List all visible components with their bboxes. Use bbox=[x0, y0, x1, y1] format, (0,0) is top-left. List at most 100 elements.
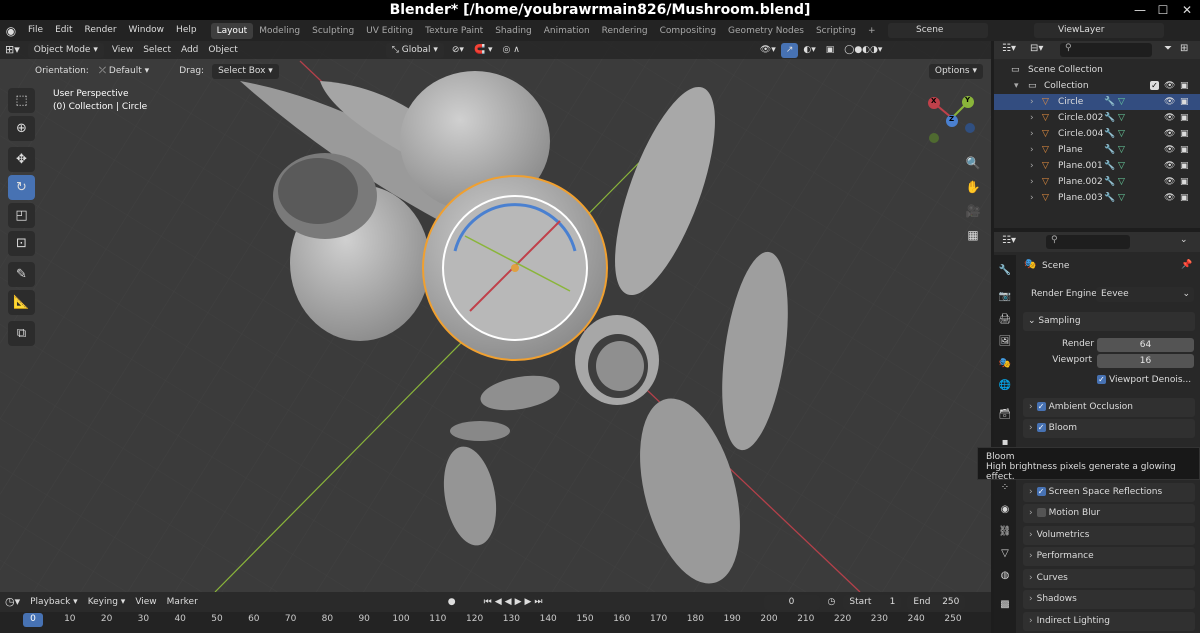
workspace-tab-scripting[interactable]: Scripting bbox=[810, 23, 862, 39]
panel-header[interactable]: › Volumetrics bbox=[1023, 526, 1195, 545]
expand-icon[interactable]: › bbox=[1030, 190, 1034, 206]
cursor-tool[interactable]: ⊕ bbox=[8, 116, 35, 141]
world-tab-icon[interactable]: 🌐 bbox=[997, 378, 1013, 394]
texture-tab-icon[interactable]: ▩ bbox=[997, 597, 1013, 613]
workspace-tab-rendering[interactable]: Rendering bbox=[596, 23, 654, 39]
orientation-dropdown[interactable]: ⤫ Default ▾ bbox=[94, 62, 154, 80]
filter-icon[interactable]: ⏷ bbox=[1164, 43, 1172, 54]
expand-icon[interactable]: › bbox=[1030, 110, 1034, 126]
render-camera-icon[interactable]: ▣ bbox=[1180, 174, 1189, 190]
proportional-edit-icon[interactable]: ◎ ∧ bbox=[498, 41, 525, 59]
pan-hand-icon[interactable]: ✋ bbox=[962, 176, 984, 198]
outliner-object-row[interactable]: › ▽ Plane.001 🔧 ▽ 👁 ▣ bbox=[994, 158, 1200, 174]
view-layer-selector[interactable]: ViewLayer bbox=[1034, 23, 1164, 38]
outliner-object-row[interactable]: › ▽ Circle.004 🔧 ▽ 👁 ▣ bbox=[994, 126, 1200, 142]
end-frame-field[interactable]: End 250 bbox=[907, 594, 966, 610]
timeline-menu-marker[interactable]: Marker bbox=[162, 593, 203, 611]
render-camera-icon[interactable]: ▣ bbox=[1180, 94, 1189, 110]
panel-header[interactable]: › ✓ Ambient Occlusion bbox=[1023, 398, 1195, 417]
check-icon[interactable]: ✓ bbox=[1036, 423, 1046, 432]
eye-icon[interactable]: 👁 bbox=[1164, 142, 1175, 158]
add-workspace-button[interactable]: + bbox=[862, 23, 882, 39]
current-frame-field[interactable]: 0 bbox=[763, 594, 820, 610]
panel-header[interactable]: › ✓ Bloom bbox=[1023, 419, 1195, 438]
eye-icon[interactable]: 👁 bbox=[1164, 126, 1175, 142]
panel-header[interactable]: › Indirect Lighting bbox=[1023, 612, 1195, 631]
menu-help[interactable]: Help bbox=[170, 20, 203, 41]
workspace-tab-sculpting[interactable]: Sculpting bbox=[306, 23, 360, 39]
panel-header[interactable]: › ✓ Screen Space Reflections bbox=[1023, 483, 1195, 502]
pivot-icon[interactable]: ⊘▾ bbox=[447, 41, 469, 59]
scale-tool[interactable]: ◰ bbox=[8, 203, 35, 228]
outliner-editor-icon[interactable]: ☷▾ bbox=[1002, 43, 1016, 54]
clock-icon[interactable]: ◷ bbox=[823, 593, 841, 611]
tool-tab-icon[interactable]: 🔧 bbox=[997, 263, 1013, 279]
viewport-menu-select[interactable]: Select bbox=[138, 41, 176, 59]
timeline-menu-view[interactable]: View bbox=[130, 593, 161, 611]
properties-options-icon[interactable]: ⌄ bbox=[1180, 235, 1188, 245]
gizmo-toggle-icon[interactable]: ↗ bbox=[780, 42, 799, 58]
menu-file[interactable]: File bbox=[22, 20, 49, 41]
outliner-object-row[interactable]: › ▽ Circle 🔧 ▽ 👁 ▣ bbox=[994, 94, 1200, 110]
unchecked-box-icon[interactable] bbox=[1036, 508, 1046, 517]
scene-tab-icon[interactable]: 🎭 bbox=[997, 356, 1013, 372]
overlay-toggle-icon[interactable]: ◐▾ bbox=[798, 41, 820, 59]
pin-icon[interactable]: 📌 bbox=[1181, 260, 1192, 270]
options-dropdown[interactable]: Options ▾ bbox=[928, 63, 983, 79]
outliner-collection[interactable]: ▾ ▭ Collection ✓ 👁 ▣ bbox=[994, 78, 1200, 94]
transform-tool[interactable]: ⊡ bbox=[8, 231, 35, 256]
viewport-menu-view[interactable]: View bbox=[107, 41, 138, 59]
eye-icon[interactable]: 👁 bbox=[1164, 190, 1175, 206]
render-camera-icon[interactable]: ▣ bbox=[1180, 142, 1189, 158]
3d-viewport[interactable]: User Perspective (0) Collection | Circle… bbox=[0, 41, 991, 592]
workspace-tab-uv-editing[interactable]: UV Editing bbox=[360, 23, 419, 39]
sampling-render-field[interactable]: 64 bbox=[1097, 338, 1194, 352]
workspace-tab-shading[interactable]: Shading bbox=[489, 23, 538, 39]
measure-tool[interactable]: 📐 bbox=[8, 290, 35, 315]
blender-logo-icon[interactable]: ◉ bbox=[0, 24, 22, 38]
render-engine-dropdown[interactable]: Eevee ⌄ bbox=[1096, 287, 1194, 302]
outliner-scene-collection[interactable]: ▭ Scene Collection bbox=[994, 62, 1200, 78]
workspace-tab-compositing[interactable]: Compositing bbox=[654, 23, 722, 39]
viewport-denoise-checkbox[interactable]: ✓ Viewport Denois... bbox=[1097, 375, 1191, 385]
eye-icon[interactable]: 👁 bbox=[1164, 110, 1175, 126]
menu-render[interactable]: Render bbox=[79, 20, 123, 41]
eye-icon[interactable]: 👁 bbox=[1164, 158, 1175, 174]
new-collection-icon[interactable]: ⊞ bbox=[1180, 43, 1188, 54]
render-camera-icon[interactable]: ▣ bbox=[1180, 190, 1189, 206]
scene-selector[interactable]: Scene bbox=[888, 23, 988, 38]
timeline-editor-icon[interactable]: ◷▾ bbox=[0, 593, 25, 611]
shading-modes-icon[interactable]: ◯●◐◑▾ bbox=[839, 41, 887, 59]
panel-header[interactable]: › Motion Blur bbox=[1023, 504, 1195, 523]
panel-header[interactable]: › Performance bbox=[1023, 547, 1195, 566]
workspace-tab-modeling[interactable]: Modeling bbox=[253, 23, 306, 39]
move-tool[interactable]: ✥ bbox=[8, 147, 35, 172]
collection-check-icon[interactable]: ✓ bbox=[1150, 78, 1162, 94]
constraints-tab-icon[interactable]: ⛓ bbox=[997, 524, 1013, 540]
expand-icon[interactable]: › bbox=[1030, 94, 1034, 110]
render-camera-icon[interactable]: ▣ bbox=[1180, 110, 1189, 126]
transform-orientation-selector[interactable]: ⤡ Global ▾ bbox=[385, 42, 444, 58]
menu-edit[interactable]: Edit bbox=[49, 20, 78, 41]
expand-icon[interactable]: › bbox=[1030, 158, 1034, 174]
eye-icon[interactable]: 👁 bbox=[1164, 78, 1175, 94]
panel-header[interactable]: › Shadows bbox=[1023, 590, 1195, 609]
editor-type-icon[interactable]: ⊞▾ bbox=[0, 41, 25, 59]
expand-icon[interactable]: › bbox=[1030, 174, 1034, 190]
collection-tab-icon[interactable]: 🗃 bbox=[997, 407, 1013, 423]
outliner-object-row[interactable]: › ▽ Plane.002 🔧 ▽ 👁 ▣ bbox=[994, 174, 1200, 190]
menu-window[interactable]: Window bbox=[123, 20, 171, 41]
render-camera-icon[interactable]: ▣ bbox=[1180, 126, 1189, 142]
eye-icon[interactable]: 👁 bbox=[1164, 94, 1175, 110]
viewport-menu-add[interactable]: Add bbox=[176, 41, 203, 59]
outliner-object-row[interactable]: › ▽ Circle.002 🔧 ▽ 👁 ▣ bbox=[994, 110, 1200, 126]
navigation-gizmo[interactable]: X Y Z bbox=[920, 93, 980, 153]
visibility-icon[interactable]: 👁▾ bbox=[755, 41, 781, 59]
timeline-menu-playback[interactable]: Playback ▾ bbox=[25, 593, 83, 611]
panel-header[interactable]: › Curves bbox=[1023, 569, 1195, 588]
particles-tab-icon[interactable]: ⁘ bbox=[997, 480, 1013, 496]
sampling-panel-header[interactable]: ⌄ Sampling bbox=[1023, 312, 1195, 331]
outliner-search-input[interactable]: ⚲ bbox=[1060, 43, 1152, 57]
viewport-menu-object[interactable]: Object bbox=[203, 41, 242, 59]
rotate-tool[interactable]: ↻ bbox=[8, 175, 35, 200]
